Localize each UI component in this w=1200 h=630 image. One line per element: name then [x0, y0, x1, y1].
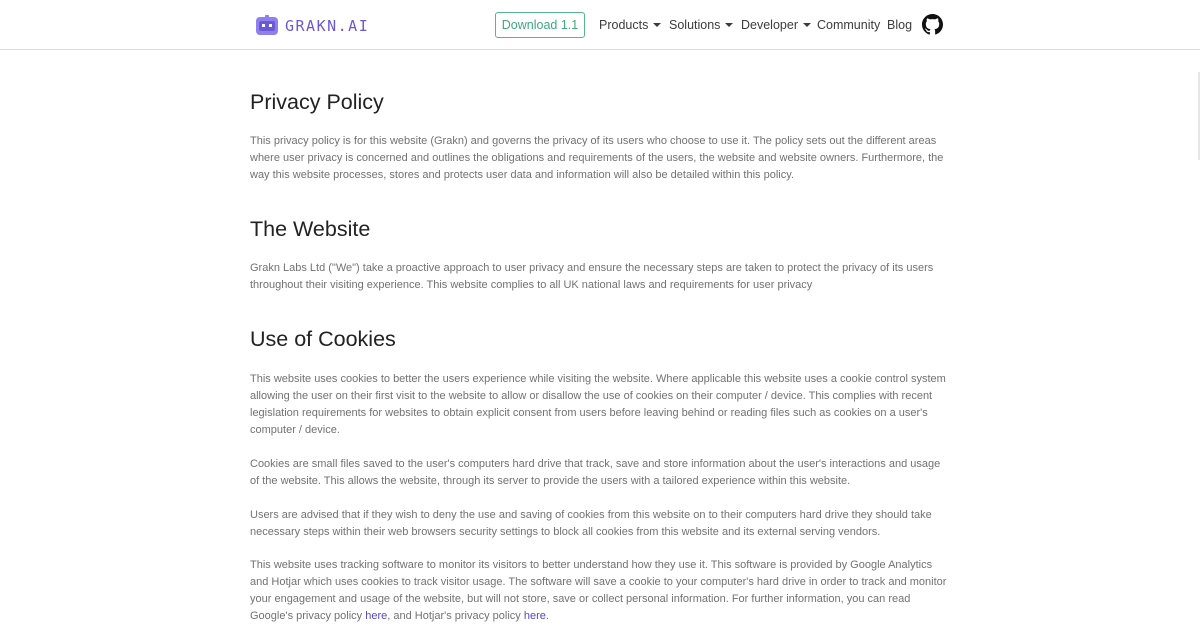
cookies-paragraph-4: This website uses tracking software to m…: [250, 557, 950, 625]
logo-text: GRAKN.AI: [285, 17, 370, 35]
caret-down-icon: [725, 23, 734, 27]
grakn-logo[interactable]: GRAKN.AI: [256, 15, 369, 37]
website-heading: The Website: [250, 217, 371, 241]
nav-community[interactable]: Community: [817, 17, 880, 33]
top-navbar: GRAKN.AI Download 1.1 Products Solutions…: [0, 0, 1200, 50]
privacy-intro: This privacy policy is for this website …: [250, 135, 944, 181]
hotjar-privacy-link[interactable]: here: [524, 610, 546, 622]
nav-blog[interactable]: Blog: [887, 17, 912, 33]
nav-products[interactable]: Products: [599, 17, 662, 33]
cookies-heading: Use of Cookies: [250, 327, 396, 351]
caret-down-icon: [802, 23, 811, 27]
github-icon[interactable]: [922, 14, 943, 35]
cookies-p4-text: This website uses tracking software to m…: [250, 559, 947, 622]
nav-community-label: Community: [817, 18, 881, 32]
nav-developer[interactable]: Developer: [741, 17, 811, 33]
nav-solutions[interactable]: Solutions: [669, 17, 734, 33]
cookies-paragraph-2: Cookies are small files saved to the use…: [250, 458, 941, 487]
caret-down-icon: [653, 23, 662, 27]
cookies-p4-end: .: [545, 610, 549, 622]
cookies-p4-between: , and Hotjar's privacy policy: [387, 610, 524, 622]
cookies-paragraph-3: Users are advised that if they wish to d…: [250, 509, 932, 538]
nav-products-label: Products: [599, 18, 649, 32]
download-button[interactable]: Download 1.1: [495, 12, 585, 38]
google-privacy-link[interactable]: here: [365, 610, 387, 622]
website-body: Grakn Labs Ltd ("We") take a proactive a…: [250, 262, 934, 291]
nav-solutions-label: Solutions: [669, 18, 721, 32]
nav-blog-label: Blog: [887, 18, 913, 32]
nav-developer-label: Developer: [741, 18, 798, 32]
grakn-robot-icon: [256, 15, 278, 35]
cookies-paragraph-1: This website uses cookies to better the …: [250, 373, 946, 436]
page-title: Privacy Policy: [250, 90, 384, 114]
